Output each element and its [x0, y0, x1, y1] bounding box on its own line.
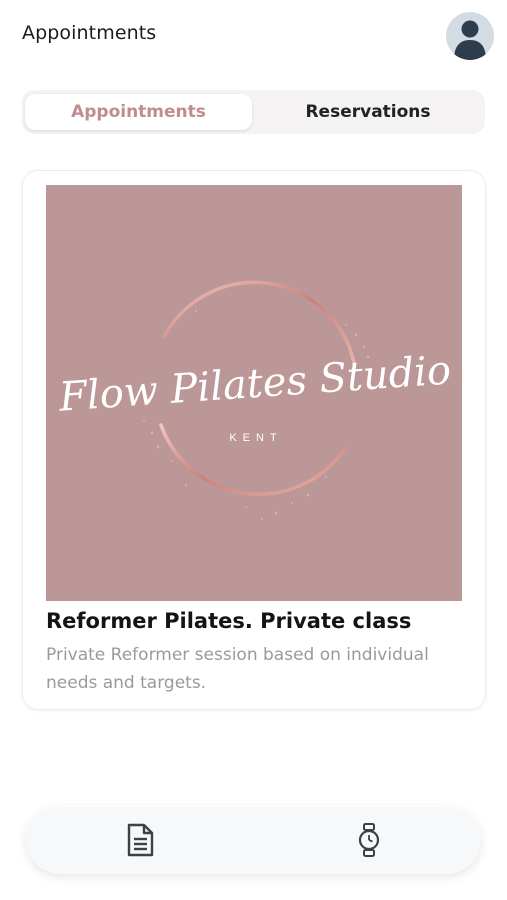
tab-reservations[interactable]: Reservations — [254, 94, 482, 130]
segmented-tabs: Appointments Reservations — [22, 90, 485, 134]
studio-logo-image: Flow Pilates Studio KENT — [46, 185, 462, 601]
logo-script-text: Flow Pilates Studio — [57, 347, 453, 420]
service-title: Reformer Pilates. Private class — [46, 609, 412, 633]
service-description: Private Reformer session based on indivi… — [46, 645, 429, 693]
bottom-navigation — [26, 806, 481, 874]
watch-icon[interactable] — [349, 820, 389, 860]
tab-appointments[interactable]: Appointments — [25, 94, 252, 130]
document-icon[interactable] — [120, 820, 160, 860]
logo-subtext: KENT — [229, 432, 282, 444]
page-title: Appointments — [22, 22, 157, 44]
user-avatar-icon[interactable] — [446, 12, 494, 60]
service-card[interactable]: Flow Pilates Studio KENT Reformer Pilate… — [22, 170, 486, 710]
